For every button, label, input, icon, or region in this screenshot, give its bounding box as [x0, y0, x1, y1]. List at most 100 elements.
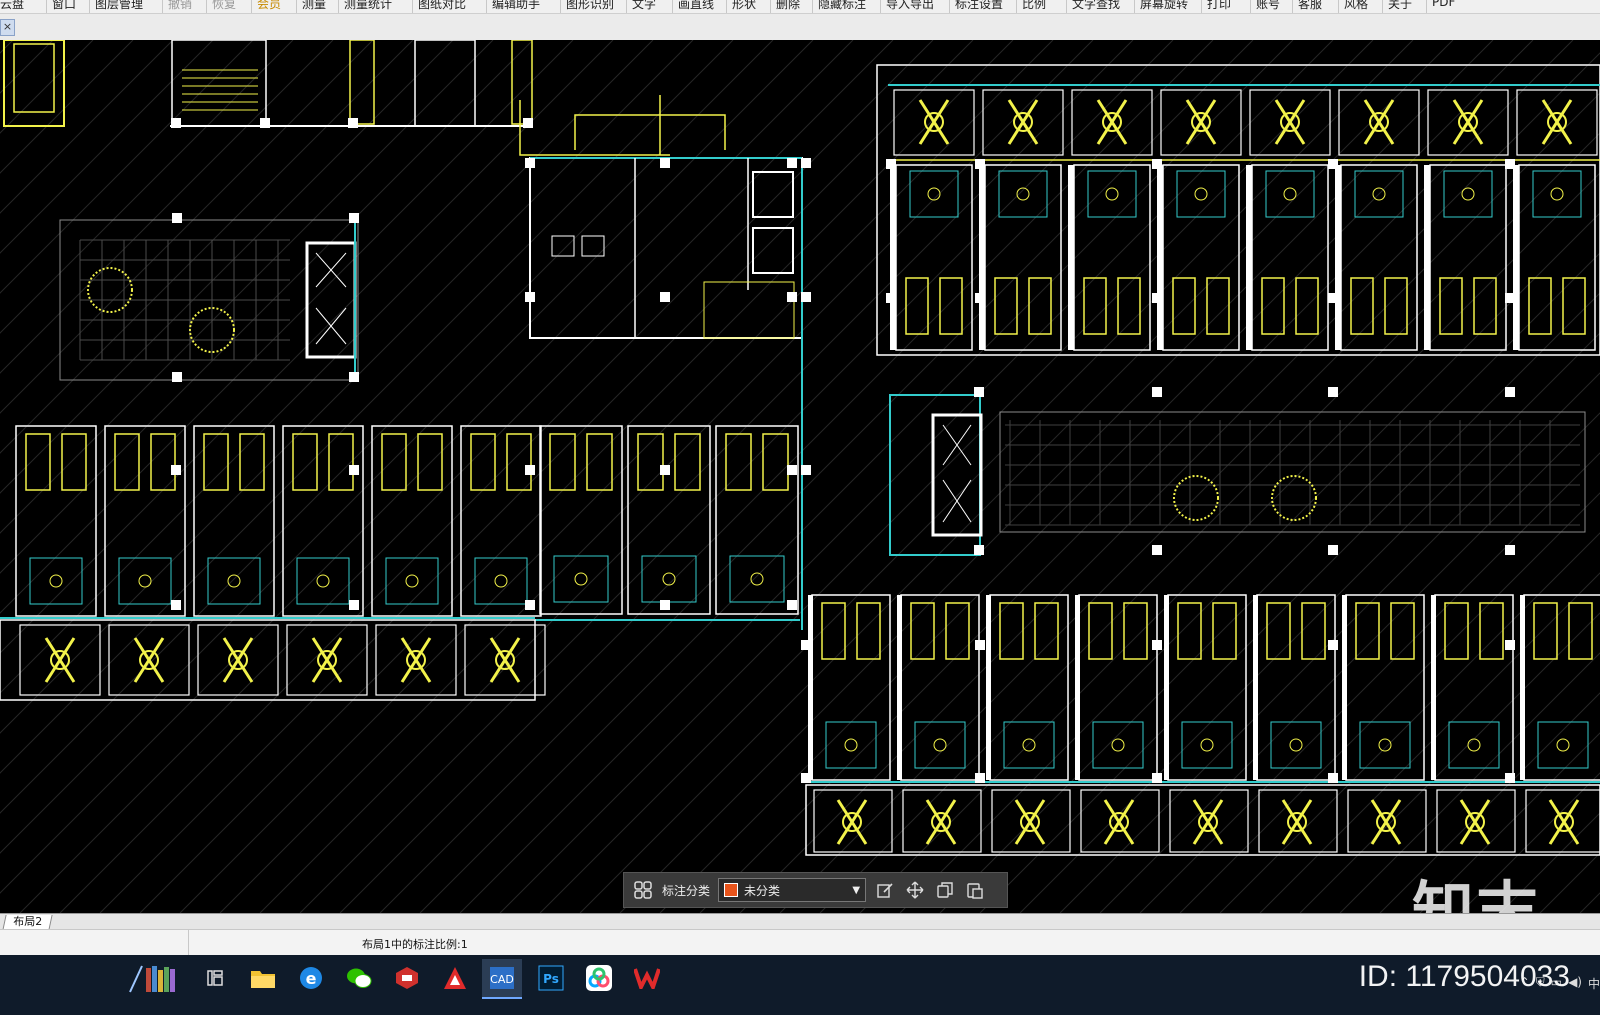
lobby-core	[889, 394, 981, 556]
library-icon[interactable]	[128, 963, 178, 993]
column	[1342, 595, 1347, 780]
wechat-icon[interactable]	[344, 963, 374, 993]
menu-item[interactable]: PDF	[1432, 0, 1455, 9]
menu-item[interactable]: 画直线	[678, 0, 714, 12]
bed	[1088, 602, 1113, 660]
room	[539, 425, 623, 615]
edit-icon[interactable]	[874, 879, 896, 901]
bed	[1212, 602, 1237, 660]
paste-icon[interactable]	[964, 879, 986, 901]
hatch-line	[0, 40, 134, 174]
menu-item[interactable]: 测量	[302, 0, 326, 12]
selection-grip	[660, 600, 670, 610]
menu-item[interactable]: 编辑助手	[492, 0, 540, 12]
bed	[945, 602, 970, 660]
menu-separator	[1338, 0, 1339, 13]
bed	[203, 433, 229, 491]
close-tab-button[interactable]: ×	[0, 19, 15, 36]
move-icon[interactable]	[904, 879, 926, 901]
cad-viewer-icon[interactable]: CAD	[482, 959, 522, 999]
selection-grip	[1152, 773, 1162, 783]
selection-grip	[1505, 387, 1515, 397]
room	[1167, 594, 1247, 781]
menu-item[interactable]: 撤销	[168, 0, 192, 12]
menu-item[interactable]: 比例	[1022, 0, 1046, 12]
menu-item[interactable]: 标注设置	[955, 0, 1003, 12]
menu-item[interactable]: 导入导出	[886, 0, 934, 12]
column	[897, 595, 902, 780]
volume-icon[interactable]: ◀)	[1568, 975, 1582, 992]
menu-item[interactable]: 图纸对比	[418, 0, 466, 12]
menu-separator	[1292, 0, 1293, 13]
menu-item[interactable]: 隐藏标注	[818, 0, 866, 12]
selection-grip	[787, 292, 797, 302]
menu-item[interactable]: 图形识别	[566, 0, 614, 12]
selection-grip	[523, 118, 533, 128]
file-explorer-icon[interactable]	[248, 963, 278, 993]
selection-grip	[1152, 640, 1162, 650]
menu-item[interactable]: 恢复	[212, 0, 236, 12]
hatch-line	[0, 40, 254, 294]
column	[979, 165, 985, 350]
menu-separator	[672, 0, 673, 13]
bathroom	[1537, 721, 1589, 769]
svg-text:CAD: CAD	[490, 973, 514, 986]
autocad-icon[interactable]	[440, 963, 470, 993]
menu-item[interactable]: 删除	[776, 0, 800, 12]
baidu-netdisk-icon[interactable]	[584, 963, 614, 993]
menu-item[interactable]: 测量统计	[344, 0, 392, 12]
cad-drawing-canvas[interactable]	[0, 40, 1600, 913]
sketchup-icon[interactable]	[392, 963, 422, 993]
grid-icon[interactable]	[632, 879, 654, 901]
fixture	[1200, 738, 1214, 752]
selection-grip	[1328, 387, 1338, 397]
menu-separator	[812, 0, 813, 13]
photoshop-icon[interactable]: Ps	[536, 963, 566, 993]
status-bar: 布局1中的标注比例:1	[0, 929, 1600, 956]
selection-grip	[1505, 293, 1515, 303]
column	[1513, 165, 1519, 350]
menu-item[interactable]: 会员	[257, 0, 281, 12]
bed	[1479, 602, 1504, 660]
menu-item[interactable]: 打印	[1207, 0, 1231, 12]
ie-browser-icon[interactable]: e	[296, 963, 326, 993]
bathroom	[1176, 170, 1226, 218]
fixture	[227, 574, 241, 588]
menu-item[interactable]: 风格	[1344, 0, 1368, 12]
menu-separator	[162, 0, 163, 13]
input-method-icon[interactable]: 中	[1588, 975, 1600, 992]
menu-item[interactable]: 窗口	[52, 0, 76, 12]
wall	[511, 40, 533, 125]
task-view-icon[interactable]	[200, 963, 230, 993]
menu-item[interactable]: 账号	[1256, 0, 1280, 12]
bed	[674, 433, 701, 491]
menu-separator	[880, 0, 881, 13]
selection-grip	[974, 545, 984, 555]
menu-item[interactable]: 云盘	[0, 0, 24, 12]
menu-item[interactable]: 文字查找	[1072, 0, 1120, 12]
wps-icon[interactable]	[632, 963, 662, 993]
menu-separator	[770, 0, 771, 13]
bed	[1206, 277, 1230, 335]
menu-item[interactable]: 屏幕旋转	[1140, 0, 1188, 12]
bed	[1568, 602, 1593, 660]
menu-separator	[626, 0, 627, 13]
hatch-line	[0, 40, 294, 334]
copy-icon[interactable]	[934, 879, 956, 901]
selection-grip	[1328, 159, 1338, 169]
menu-item[interactable]: 文字	[632, 0, 656, 12]
stair	[171, 40, 267, 127]
column	[1164, 595, 1169, 780]
tab-layout2[interactable]: 布局2	[2, 915, 53, 930]
column	[1068, 165, 1074, 350]
menu-item[interactable]: 图层管理	[95, 0, 143, 12]
menu-item[interactable]: 形状	[732, 0, 756, 12]
menu-item[interactable]: 关于	[1388, 0, 1412, 12]
menu-item[interactable]: 客服	[1298, 0, 1322, 12]
bathroom	[474, 557, 528, 605]
bathroom	[1270, 721, 1322, 769]
selection-grip	[1152, 387, 1162, 397]
selection-grip	[801, 640, 811, 650]
fixture	[1550, 187, 1564, 201]
category-select[interactable]: 未分类 ▼	[718, 878, 867, 902]
